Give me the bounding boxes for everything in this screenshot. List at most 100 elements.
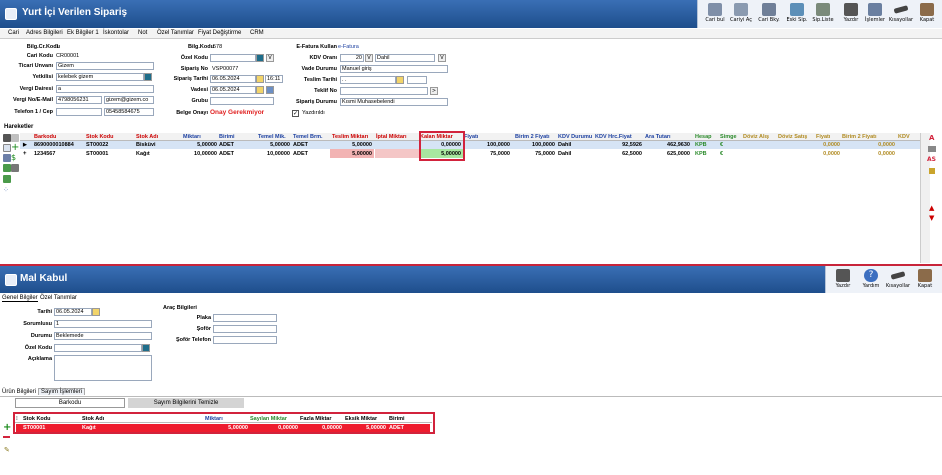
kdv-dahil-v-button[interactable]: V	[438, 54, 446, 62]
bilg-cr-kodu-value: 1	[56, 44, 60, 50]
hareketler-title: Hareketler	[4, 124, 34, 130]
grubu-select[interactable]	[210, 97, 274, 105]
teslim-tarihi-input[interactable]: . .	[340, 76, 396, 84]
mk-shortcuts-button[interactable]: Kısayollar	[883, 268, 913, 292]
durum-select[interactable]: Beklemede	[54, 332, 152, 340]
tab-menu: Cari Adres Bilgileri Ek Bilgiler 1 İskon…	[0, 29, 942, 39]
remove-row-icon[interactable]	[3, 436, 10, 438]
person-open-icon	[734, 3, 748, 16]
tag-icon[interactable]	[929, 168, 935, 174]
siparis-tarihi-input[interactable]: 06.05.2024	[210, 75, 256, 83]
ozel-kodu-v-button[interactable]: V	[266, 54, 274, 62]
filter-icon[interactable]	[11, 134, 19, 142]
vertical-scrollbar[interactable]	[920, 133, 930, 263]
ticari-unvan-input[interactable]: Gizem	[56, 62, 154, 70]
cari-bul-label: Cari bul	[705, 17, 725, 23]
cari-bky-button[interactable]: Cari Bky.	[754, 2, 784, 26]
plaka-label: Plaka	[196, 315, 211, 321]
telefon-input[interactable]	[56, 108, 102, 116]
vade-calendar-icon[interactable]	[256, 86, 264, 94]
table-row[interactable]: ▶ 8690000010884 ST00022 Bisküvi 5,00000 …	[20, 141, 920, 149]
sort-icon[interactable]: ⁘	[3, 186, 11, 194]
mk-ozel-kodu-lookup-icon[interactable]	[142, 344, 150, 352]
column-icon[interactable]	[928, 146, 936, 152]
grid-add-icon[interactable]	[3, 164, 11, 172]
tab-cari[interactable]: Cari	[8, 30, 19, 36]
mal-kabul-toolbar: Yazdır ? Yardım Kısayollar Kapat	[825, 266, 942, 293]
tab-ozel-tanimlar-2[interactable]: Özel Tanımlar	[40, 295, 77, 301]
dollar-icon[interactable]: $	[11, 154, 19, 162]
mk-close-button[interactable]: Kapat	[910, 268, 940, 292]
teklif-next-button[interactable]: >	[430, 87, 438, 95]
col-stok-adi: Stok Adı	[136, 134, 159, 140]
sofor-select[interactable]	[213, 325, 277, 333]
vergi-no-input[interactable]: 4798056231	[56, 96, 102, 104]
tab-iskontolar[interactable]: İskontolar	[103, 30, 129, 36]
cep-input[interactable]: 05458584675	[104, 108, 154, 116]
email-input[interactable]: gizem@gizem.co	[104, 96, 154, 104]
vergi-no-label: Vergi No/E-Mail	[12, 97, 53, 103]
tab-genel-bilgiler[interactable]: Genel Bilgiler	[2, 295, 38, 302]
yazdirildi-checkbox[interactable]: ✓	[292, 110, 299, 117]
calendar-icon[interactable]	[256, 75, 264, 83]
tab-not[interactable]: Not	[138, 30, 147, 36]
sofor-telefon-input[interactable]	[213, 336, 277, 344]
islemler-label: İşlemler	[865, 17, 885, 23]
tab-fiyat-degistirme[interactable]: Fiyat Değiştirme	[198, 30, 241, 36]
tab-urun-bilgileri[interactable]: Ürün Bilgileri	[2, 389, 36, 395]
a-icon[interactable]: A	[929, 134, 934, 142]
col-doviz-alis: Döviz Alış	[743, 134, 770, 140]
cari-ac-button[interactable]: Cariyi Aç	[726, 2, 756, 26]
saat-input[interactable]: 16:11	[265, 75, 283, 83]
mk-ozel-kodu-input[interactable]	[54, 344, 142, 352]
tab-sayim-islemleri[interactable]: Sayım İşlemleri	[38, 388, 86, 395]
calc-icon[interactable]	[11, 164, 19, 172]
add-row-icon[interactable]: +	[3, 422, 11, 433]
tab-ek-bilgiler[interactable]: Ek Bilgiler 1	[67, 30, 99, 36]
vade-grid-icon[interactable]	[266, 86, 274, 94]
cell-kdv-hrc-fiyat: 92,5926	[622, 142, 642, 148]
close-button[interactable]: Kapat	[912, 2, 942, 26]
sayim-temizle-button[interactable]: Sayım Bilgilerini Temizle	[128, 398, 244, 408]
teklif-no-input[interactable]	[340, 87, 428, 95]
contact-card-icon[interactable]	[144, 73, 152, 81]
edit-icon[interactable]: ✎	[4, 446, 10, 454]
tarih-calendar-icon[interactable]	[92, 308, 100, 316]
add-icon[interactable]: +	[11, 143, 19, 153]
yazdirildi-label: Yazdırıldı	[302, 110, 325, 116]
copy-icon[interactable]	[3, 154, 11, 162]
barkodu-input[interactable]: Barkodu	[15, 398, 125, 408]
vade-durumu-select[interactable]: Manuel giriş	[340, 65, 448, 73]
table-row[interactable]: + 1234567 ST00001 Kağıt 10,00000 ADET 10…	[20, 150, 920, 158]
ozel-kodu-lookup-icon[interactable]	[256, 54, 264, 62]
tab-ozel-tanimlar[interactable]: Özel Tanımlar	[157, 30, 194, 36]
aciklama-textarea[interactable]	[54, 355, 152, 381]
tarih-input[interactable]: 06.05.2024	[54, 308, 92, 316]
vadesi-input[interactable]: 06.05.2024	[210, 86, 256, 94]
kdv-orani-input[interactable]: 20	[340, 54, 364, 62]
teslim-calendar-icon[interactable]	[396, 76, 404, 84]
kdv-dahil-select[interactable]: Dahil	[375, 54, 435, 62]
ozel-kodu-input[interactable]	[210, 54, 256, 62]
settings-icon[interactable]	[3, 134, 11, 142]
vergi-dairesi-input[interactable]: a	[56, 85, 154, 93]
plaka-select[interactable]	[213, 314, 277, 322]
new-doc-icon[interactable]	[3, 144, 11, 152]
teslim-saat-input[interactable]	[407, 76, 427, 84]
efatura-value: e-Fatura	[338, 44, 359, 50]
tab-adres[interactable]: Adres Bilgileri	[26, 30, 63, 36]
move-up-icon[interactable]: ▲	[929, 204, 934, 212]
mk-print-button[interactable]: Yazdır	[828, 268, 858, 292]
kdv-v-button[interactable]: V	[365, 54, 373, 62]
move-down-icon[interactable]: ▼	[929, 214, 934, 222]
excel-icon[interactable]	[3, 175, 11, 183]
siparis-durumu-select[interactable]: Kısmi Muhasebelendi	[340, 98, 448, 106]
mk-ozel-kodu-label: Özel Kodu	[24, 345, 52, 351]
tab-crm[interactable]: CRM	[250, 30, 264, 36]
yetkili-input[interactable]: kelebek gizem	[56, 73, 144, 81]
as-icon[interactable]: AS	[927, 156, 936, 163]
col-barkodu: Barkodu	[34, 134, 57, 140]
sip-liste-button[interactable]: Sip.Liste	[808, 2, 838, 26]
sorumlu-input[interactable]: 1	[54, 320, 152, 328]
help-button[interactable]: ? Yardım	[856, 268, 886, 292]
